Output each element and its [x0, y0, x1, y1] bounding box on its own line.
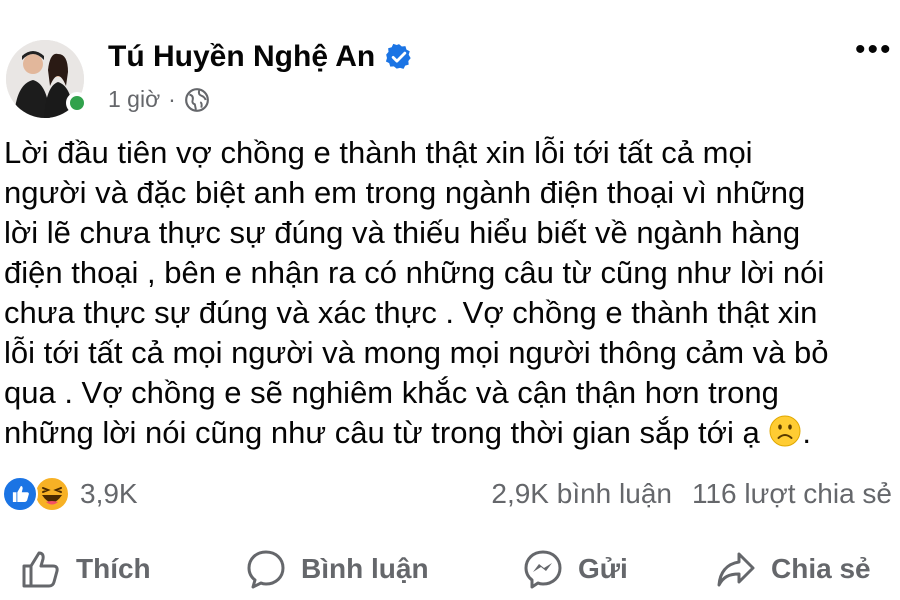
- post-line: Lời đầu tiên vợ chồng e thành thật xin l…: [4, 135, 753, 170]
- post-line: điện thoại , bên e nhận ra có những câu …: [4, 255, 825, 290]
- haha-reaction-icon: [34, 476, 70, 512]
- post-line: những lời nói cũng như câu từ trong thời…: [4, 415, 760, 450]
- action-bar: Thích Bình luận Gửi Chia sẻ: [0, 540, 900, 600]
- comment-label: Bình luận: [301, 553, 429, 584]
- like-reaction-icon: [2, 476, 38, 512]
- post-meta: 1 giờ ·: [108, 86, 210, 113]
- post-line: qua . Vợ chồng e sẽ nghiêm khắc và cận t…: [4, 375, 779, 410]
- post-line: chưa thực sự đúng và xác thực . Vợ chồng…: [4, 295, 818, 330]
- share-icon: [717, 552, 755, 587]
- share-label: Chia sẻ: [771, 553, 871, 584]
- like-icon: [22, 551, 59, 588]
- reaction-count[interactable]: 3,9K: [80, 478, 138, 510]
- comment-button[interactable]: Bình luận: [245, 548, 429, 590]
- post-line-end: .: [802, 415, 811, 450]
- send-button[interactable]: Gửi: [522, 548, 628, 590]
- post-time[interactable]: 1 giờ: [108, 86, 160, 113]
- share-button[interactable]: Chia sẻ: [715, 548, 871, 590]
- post-line: lời lẽ chưa thực sự đúng và thiếu hiểu b…: [4, 215, 801, 250]
- post-body: Lời đầu tiên vợ chồng e thành thật xin l…: [4, 133, 896, 453]
- post-line-last: những lời nói cũng như câu từ trong thời…: [4, 413, 896, 453]
- meta-separator: ·: [168, 86, 176, 112]
- share-count[interactable]: 116 lượt chia sẻ: [692, 478, 892, 510]
- frowning-face-emoji: [769, 415, 801, 447]
- like-button[interactable]: Thích: [20, 548, 151, 590]
- send-label: Gửi: [578, 553, 628, 584]
- comment-count[interactable]: 2,9K bình luận: [491, 478, 672, 510]
- comment-icon: [247, 550, 285, 589]
- author-name-text[interactable]: Tú Huyền Nghệ An: [108, 40, 375, 74]
- reaction-summary[interactable]: 3,9K: [2, 476, 138, 512]
- online-status-dot: [66, 92, 88, 114]
- globe-icon[interactable]: [184, 87, 210, 113]
- post-line: lỗi tới tất cả mọi người và mong mọi ngư…: [4, 335, 829, 370]
- like-label: Thích: [76, 553, 151, 584]
- verified-badge-icon: [386, 43, 411, 69]
- post-header: Tú Huyền Nghệ An 1 giờ · •••: [0, 0, 900, 125]
- messenger-icon: [524, 550, 562, 589]
- author-avatar[interactable]: [6, 40, 88, 122]
- author-name[interactable]: Tú Huyền Nghệ An: [108, 40, 413, 74]
- post-stats: 3,9K 2,9K bình luận 116 lượt chia sẻ: [0, 470, 900, 520]
- more-options-icon[interactable]: •••: [855, 35, 893, 65]
- post-line: người và đặc biệt anh em trong ngành điệ…: [4, 175, 806, 210]
- engagement-counts: 2,9K bình luận 116 lượt chia sẻ: [491, 478, 892, 510]
